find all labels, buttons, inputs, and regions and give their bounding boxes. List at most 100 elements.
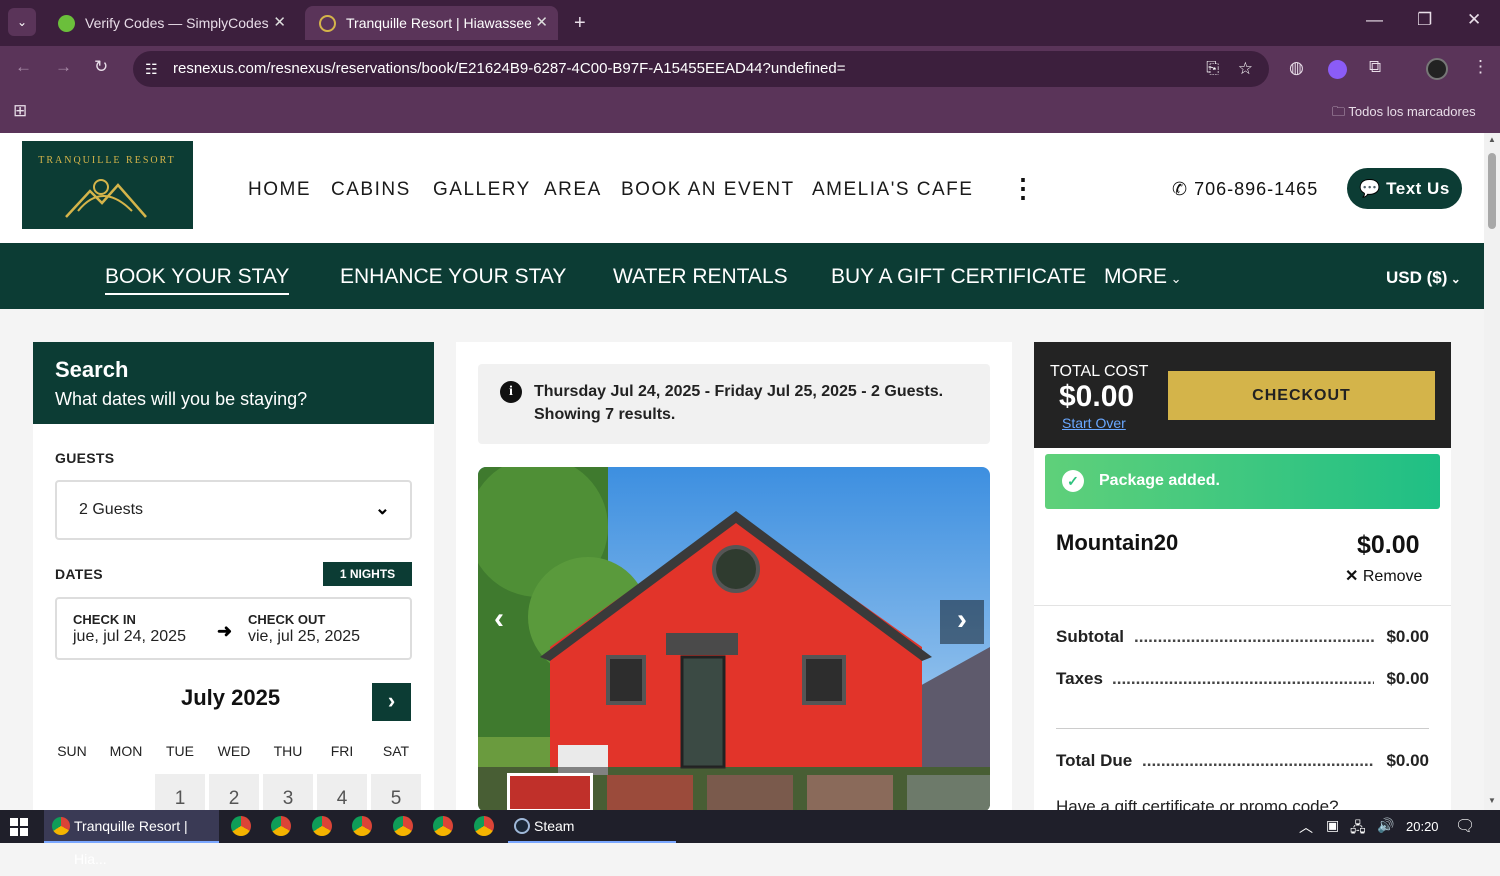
url-text: resnexus.com/resnexus/reservations/book/… [173, 60, 846, 77]
taskbar-steam[interactable]: Steam [508, 810, 676, 843]
promo-code-link[interactable]: Have a gift certificate or promo code? [1056, 797, 1339, 810]
thumbnail[interactable] [907, 775, 990, 810]
chrome-icon[interactable] [393, 816, 413, 836]
extensions-puzzle-icon[interactable]: ⧉ [1369, 57, 1381, 77]
nav-cabins[interactable]: CABINS [331, 179, 411, 201]
subnav-book-your-stay[interactable]: BOOK YOUR STAY [105, 265, 290, 295]
site-header: TRANQUILLE RESORT HOME CABINS GALLERY AR… [0, 133, 1484, 243]
subnav-water-rentals[interactable]: WATER RENTALS [613, 265, 788, 289]
reload-icon[interactable]: ↻ [94, 57, 108, 77]
nav-home[interactable]: HOME [248, 179, 311, 201]
cabin-photo-carousel[interactable]: ‹ › [478, 467, 990, 810]
start-over-link[interactable]: Start Over [1062, 415, 1126, 431]
translate-icon[interactable]: ⎘ [1206, 51, 1219, 87]
calendar-day[interactable]: 2 [209, 774, 259, 810]
phone-link[interactable]: ✆ 706-896-1465 [1172, 179, 1318, 200]
close-window-icon[interactable]: ✕ [1467, 10, 1481, 30]
checkout-label: CHECK OUT [248, 612, 326, 627]
tab-tranquille[interactable]: Tranquille Resort | Hiawassee, G ✕ [305, 6, 558, 40]
bookmark-star-icon[interactable]: ☆ [1238, 51, 1253, 87]
scroll-up-icon[interactable]: ▲ [1488, 135, 1496, 144]
chrome-icon[interactable] [352, 816, 372, 836]
more-menu-icon[interactable]: ⋮ [1010, 173, 1036, 204]
calendar-next-button[interactable]: › [372, 683, 411, 721]
nights-badge: 1 NIGHTS [323, 562, 412, 586]
tray-device-icon[interactable]: ▣ [1326, 817, 1339, 834]
all-bookmarks-button[interactable]: 🗀 Todos los marcadores [1332, 103, 1476, 125]
checkout-button[interactable]: CHECKOUT [1168, 371, 1435, 420]
chrome-icon[interactable] [433, 816, 453, 836]
weekday-header: SAT [382, 743, 410, 759]
remove-package-button[interactable]: ✕ Remove [1345, 566, 1422, 586]
currency-select[interactable]: USD ($) ⌄ [1386, 268, 1461, 288]
check-circle-icon: ✓ [1062, 470, 1084, 492]
thumbnail[interactable] [807, 775, 893, 810]
date-range-picker[interactable]: CHECK IN jue, jul 24, 2025 ➜ CHECK OUT v… [55, 597, 412, 660]
subnav-enhance-your-stay[interactable]: ENHANCE YOUR STAY [340, 265, 566, 289]
chrome-icon [52, 817, 70, 835]
nav-area[interactable]: AREA [544, 179, 602, 201]
weekday-header: TUE [166, 743, 194, 759]
chrome-icon[interactable] [312, 816, 332, 836]
purple-extension-icon[interactable] [1328, 60, 1347, 79]
arrow-right-icon: ➜ [217, 621, 233, 641]
menu-kebab-icon[interactable]: ⋮ [1472, 57, 1489, 77]
tray-chevron-icon[interactable]: ︿ [1299, 817, 1313, 837]
thumbnail[interactable] [507, 773, 593, 810]
close-tab-icon[interactable]: ✕ [535, 13, 548, 31]
weekday-header: THU [273, 743, 303, 759]
tab-list-button[interactable]: ⌄ [8, 8, 36, 36]
text-us-button[interactable]: 💬 Text Us [1347, 168, 1462, 209]
windows-start-icon[interactable] [10, 818, 28, 836]
restore-icon[interactable]: ❐ [1417, 10, 1432, 30]
calendar-day[interactable]: 1 [155, 774, 205, 810]
taskbar-active-window[interactable]: Tranquille Resort | Hia... [44, 810, 219, 867]
dot-leader: ........................................… [1134, 627, 1374, 646]
resort-logo[interactable]: TRANQUILLE RESORT [22, 141, 193, 229]
profile-avatar[interactable] [1426, 58, 1448, 80]
clock[interactable]: 20:20 [1406, 819, 1439, 834]
carousel-next-button[interactable]: › [940, 600, 984, 644]
apps-grid-icon[interactable]: ⊞ [13, 101, 27, 121]
calendar-day[interactable]: 3 [263, 774, 313, 810]
nav-book-an-event[interactable]: BOOK AN EVENT [621, 179, 795, 201]
nav-gallery[interactable]: GALLERY [433, 179, 531, 201]
globe-extension-icon[interactable]: ◍ [1289, 58, 1304, 78]
calendar-day[interactable]: 4 [317, 774, 367, 810]
scroll-thumb[interactable] [1488, 153, 1496, 229]
dot-leader: ........................................… [1112, 669, 1374, 688]
network-icon[interactable]: 🖧 [1350, 817, 1366, 841]
scroll-down-icon[interactable]: ▼ [1488, 796, 1496, 805]
weekday-header: WED [217, 743, 251, 759]
site-info-icon[interactable]: ☷ [145, 51, 158, 87]
web-page: TRANQUILLE RESORT HOME CABINS GALLERY AR… [0, 133, 1484, 810]
guests-select[interactable]: 2 Guests ⌄ [55, 480, 412, 540]
cart-panel: TOTAL COST $0.00 Start Over CHECKOUT ✓ P… [1034, 342, 1451, 810]
tab-simplycodes[interactable]: Verify Codes — SimplyCodes ✕ [44, 6, 296, 40]
notifications-icon[interactable]: 🗨 [1455, 816, 1475, 836]
close-tab-icon[interactable]: ✕ [273, 13, 286, 31]
thumbnail[interactable] [607, 775, 693, 810]
tab-title: Tranquille Resort | Hiawassee, G [346, 15, 531, 31]
subnav-gift-certificate[interactable]: BUY A GIFT CERTIFICATE [831, 265, 1086, 289]
nav-amelias-cafe[interactable]: AMELIA'S CAFE [812, 179, 973, 201]
thumbnail[interactable] [707, 775, 793, 810]
chrome-icon[interactable] [231, 816, 251, 836]
volume-icon[interactable]: 🔊 [1377, 817, 1394, 834]
new-tab-icon[interactable]: + [574, 12, 586, 35]
forward-icon[interactable]: → [55, 57, 72, 77]
minimize-icon[interactable]: — [1366, 10, 1383, 30]
back-icon[interactable]: ← [15, 57, 32, 77]
chrome-icon[interactable] [271, 816, 291, 836]
calendar-day[interactable]: 5 [371, 774, 421, 810]
address-bar[interactable]: ☷ resnexus.com/resnexus/reservations/boo… [133, 51, 1269, 87]
chrome-icon[interactable] [474, 816, 494, 836]
total-cost-label: TOTAL COST [1050, 363, 1149, 380]
carousel-prev-icon[interactable]: ‹ [494, 602, 504, 636]
search-summary: i Thursday Jul 24, 2025 - Friday Jul 25,… [478, 364, 990, 444]
weekday-header: FRI [330, 743, 354, 759]
steam-icon [514, 818, 530, 834]
search-title: Search [55, 357, 129, 382]
subnav-more[interactable]: MORE ⌄ [1104, 265, 1182, 289]
page-scrollbar[interactable]: ▲ ▼ [1484, 133, 1500, 810]
